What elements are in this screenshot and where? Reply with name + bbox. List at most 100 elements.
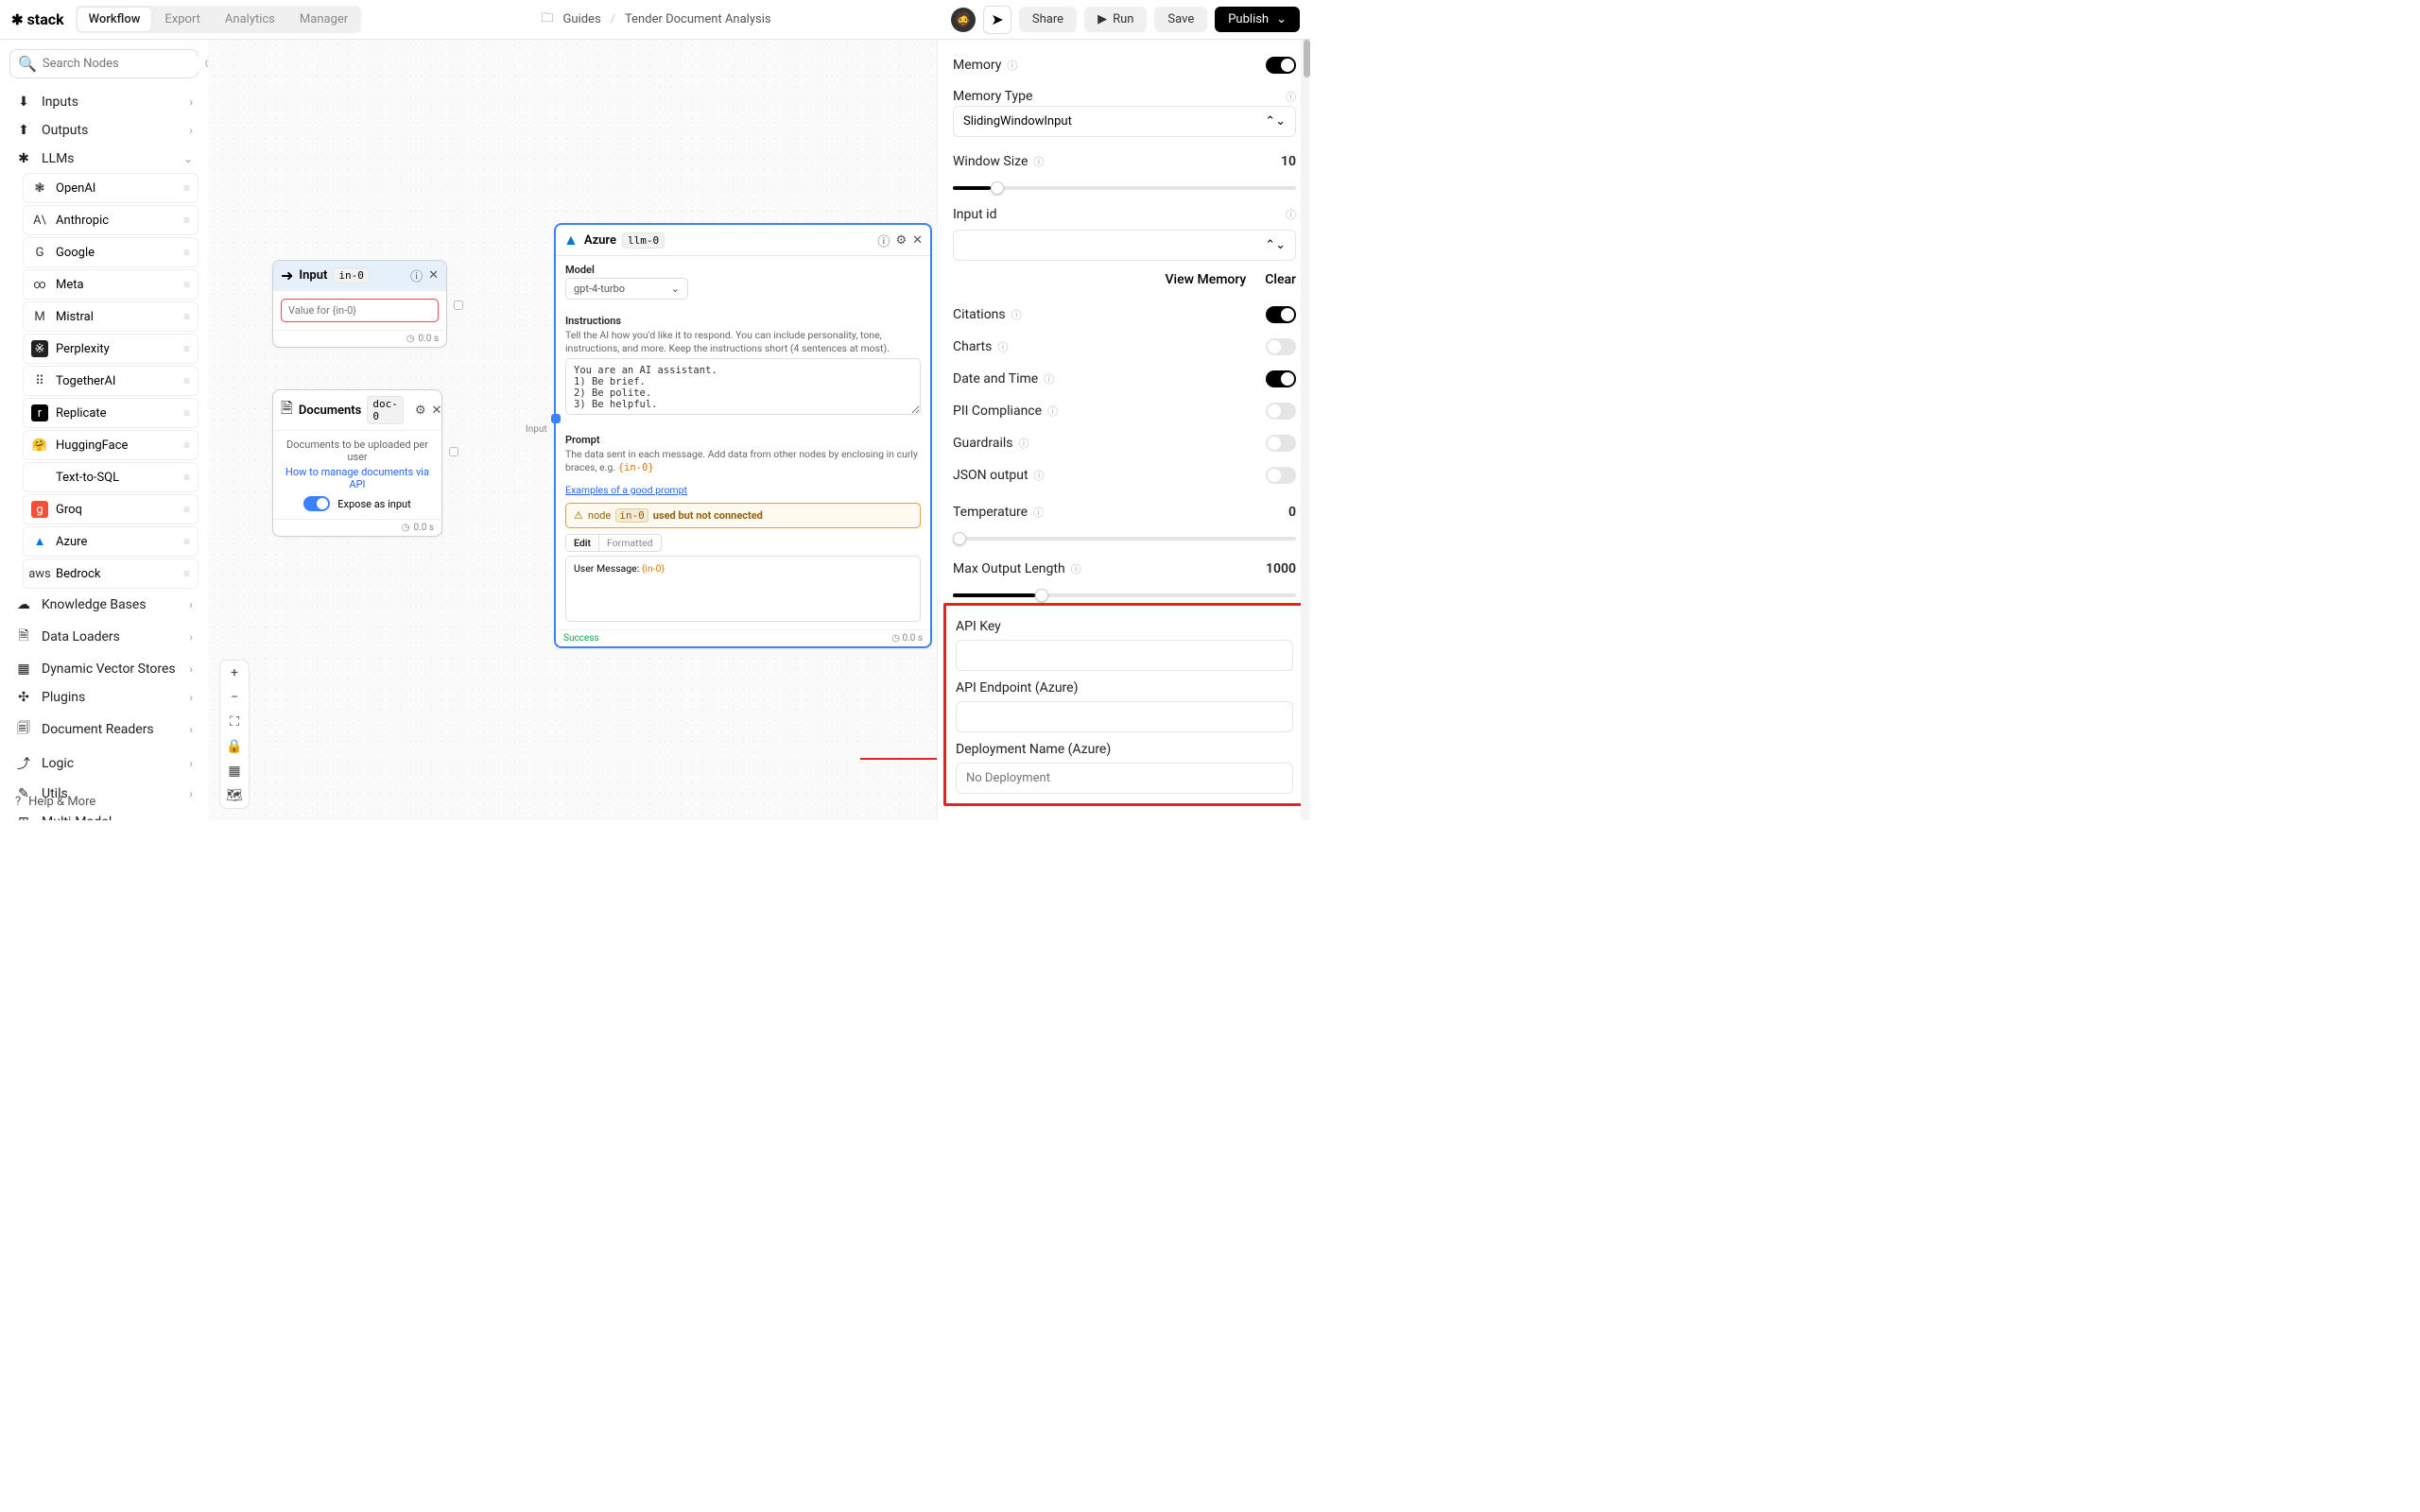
memory-toggle[interactable] <box>1266 57 1296 74</box>
prompt-textarea[interactable]: User Message: {in-0} <box>565 556 921 622</box>
scrollbar-thumb[interactable] <box>1304 40 1310 77</box>
json-output-toggle[interactable] <box>1266 467 1296 484</box>
view-memory-button[interactable]: View Memory <box>1166 272 1247 287</box>
info-icon[interactable]: ⓘ <box>1044 371 1054 387</box>
llm-provider-huggingface[interactable]: 🤗HuggingFace≡ <box>23 430 199 460</box>
cat-inputs[interactable]: ⬇Inputs› <box>9 88 199 116</box>
clear-memory-button[interactable]: Clear <box>1265 272 1296 287</box>
cat-data-loaders[interactable]: 🗎Data Loaders› <box>9 619 199 655</box>
info-icon[interactable]: ⓘ <box>1033 505 1044 520</box>
save-button[interactable]: Save <box>1154 7 1207 32</box>
model-select[interactable]: gpt-4-turbo ⌄ <box>565 278 688 300</box>
fit-view-button[interactable]: ⛶ <box>220 710 249 734</box>
info-icon[interactable]: ⓘ <box>997 339 1008 354</box>
publish-button[interactable]: Publish ⌄ <box>1215 7 1300 32</box>
grid-button[interactable]: ▦ <box>220 759 249 783</box>
charts-toggle[interactable] <box>1266 338 1296 355</box>
info-icon[interactable]: ⓘ <box>1286 89 1296 104</box>
tab-export[interactable]: Export <box>153 8 212 31</box>
max-output-slider[interactable] <box>953 593 1296 597</box>
lock-button[interactable]: 🔒 <box>220 734 249 759</box>
breadcrumb-title[interactable]: Tender Document Analysis <box>625 12 771 26</box>
node-input[interactable]: ➜ Input in-0 ⓘ ✕ ◷ 0.0 s <box>272 260 447 348</box>
provider-icon: G <box>31 244 48 261</box>
info-icon[interactable]: ⓘ <box>1034 468 1045 483</box>
memory-type-select[interactable]: SlidingWindowInput ⌃⌄ <box>953 106 1296 137</box>
output-port[interactable] <box>449 447 458 456</box>
search-nodes[interactable]: 🔍 CtrlK <box>9 49 199 78</box>
info-icon[interactable]: ⓘ <box>410 266 423 284</box>
map-button[interactable]: 🗺 <box>220 783 249 808</box>
tab-workflow[interactable]: Workflow <box>78 8 152 31</box>
info-icon[interactable]: ⓘ <box>877 232 890 249</box>
citations-toggle[interactable] <box>1266 306 1296 323</box>
cat-doc-readers[interactable]: 🗐Document Readers› <box>9 712 199 747</box>
tab-analytics[interactable]: Analytics <box>214 8 286 31</box>
expose-toggle[interactable] <box>303 496 330 511</box>
share-button[interactable]: Share <box>1019 7 1077 32</box>
gear-icon[interactable]: ⚙ <box>415 404 426 418</box>
deployment-input[interactable] <box>956 763 1293 794</box>
cat-plugins[interactable]: ✣Plugins› <box>9 683 199 712</box>
workflow-canvas[interactable]: ➜ Input in-0 ⓘ ✕ ◷ 0.0 s 🗎 Documents doc… <box>208 40 937 820</box>
llm-provider-replicate[interactable]: rReplicate≡ <box>23 398 199 428</box>
llm-provider-meta[interactable]: ∞Meta≡ <box>23 269 199 300</box>
cat-outputs[interactable]: ⬆Outputs› <box>9 116 199 145</box>
docs-api-link[interactable]: How to manage documents via API <box>281 466 434 490</box>
info-icon[interactable]: ⓘ <box>1033 154 1044 169</box>
cat-multimodal[interactable]: ⊞Multi-Modal› <box>9 808 199 820</box>
api-key-input[interactable] <box>956 640 1293 671</box>
window-size-slider[interactable] <box>953 186 1296 190</box>
scrollbar-track[interactable] <box>1301 40 1309 820</box>
llm-provider-mistral[interactable]: MMistral≡ <box>23 301 199 332</box>
llm-provider-google[interactable]: GGoogle≡ <box>23 237 199 267</box>
temperature-slider[interactable] <box>953 537 1296 541</box>
help-more[interactable]: ? Help & More <box>15 795 95 809</box>
breadcrumb-folder[interactable]: Guides <box>563 12 601 26</box>
llm-provider-openai[interactable]: ❃OpenAI≡ <box>23 173 199 203</box>
guardrails-toggle[interactable] <box>1266 435 1296 452</box>
llm-provider-anthropic[interactable]: A\Anthropic≡ <box>23 205 199 235</box>
cat-knowledge-bases[interactable]: ☁Knowledge Bases› <box>9 591 199 619</box>
llm-provider-text-to-sql[interactable]: Text-to-SQL≡ <box>23 462 199 492</box>
info-icon[interactable]: ⓘ <box>1286 207 1296 222</box>
input-value-field[interactable] <box>281 299 439 322</box>
tab-formatted[interactable]: Formatted <box>599 534 662 552</box>
zoom-in-button[interactable]: + <box>220 661 249 685</box>
close-icon[interactable]: ✕ <box>912 233 923 248</box>
gear-icon[interactable]: ⚙ <box>895 233 907 248</box>
llm-provider-bedrock[interactable]: awsBedrock≡ <box>23 558 199 589</box>
zoom-out-button[interactable]: − <box>220 685 249 710</box>
llm-provider-perplexity[interactable]: ※Perplexity≡ <box>23 334 199 364</box>
close-icon[interactable]: ✕ <box>428 268 439 283</box>
llm-provider-groq[interactable]: gGroq≡ <box>23 494 199 524</box>
run-button[interactable]: ▶ Run <box>1084 7 1147 32</box>
cursor-button[interactable]: ➤ <box>983 6 1011 34</box>
search-input[interactable] <box>43 57 199 71</box>
instructions-textarea[interactable] <box>565 358 921 415</box>
logo[interactable]: ✱ stack <box>11 10 64 28</box>
info-icon[interactable]: ⓘ <box>1047 404 1058 419</box>
user-avatar[interactable]: 🧔 <box>951 8 976 32</box>
output-port[interactable] <box>454 301 463 310</box>
api-endpoint-input[interactable] <box>956 701 1293 732</box>
datetime-toggle[interactable] <box>1266 370 1296 387</box>
info-icon[interactable]: ⓘ <box>1019 436 1029 451</box>
close-icon[interactable]: ✕ <box>432 404 442 418</box>
info-icon[interactable]: ⓘ <box>1007 58 1017 73</box>
pii-toggle[interactable] <box>1266 403 1296 420</box>
cat-llms[interactable]: ✱LLMs⌄ <box>9 145 199 173</box>
cat-vector-stores[interactable]: ▦Dynamic Vector Stores› <box>9 655 199 683</box>
info-icon[interactable]: ⓘ <box>1071 561 1081 576</box>
tab-edit[interactable]: Edit <box>565 534 599 552</box>
cat-logic[interactable]: ⤴Logic› <box>9 747 199 780</box>
prompt-examples-link[interactable]: Examples of a good prompt <box>565 484 687 496</box>
input-id-select[interactable]: ⌃⌄ <box>953 230 1296 261</box>
tab-manager[interactable]: Manager <box>288 8 359 31</box>
info-icon[interactable]: ⓘ <box>1011 307 1022 322</box>
node-azure[interactable]: ▲ Azure llm-0 ⓘ ⚙ ✕ Model gpt-4-turbo ⌄ … <box>554 223 932 648</box>
llm-provider-azure[interactable]: ▲Azure≡ <box>23 526 199 557</box>
input-port[interactable] <box>551 414 561 423</box>
llm-provider-togetherai[interactable]: ⠿TogetherAI≡ <box>23 366 199 396</box>
node-documents[interactable]: 🗎 Documents doc-0 ⚙ ✕ Documents to be up… <box>272 389 442 537</box>
